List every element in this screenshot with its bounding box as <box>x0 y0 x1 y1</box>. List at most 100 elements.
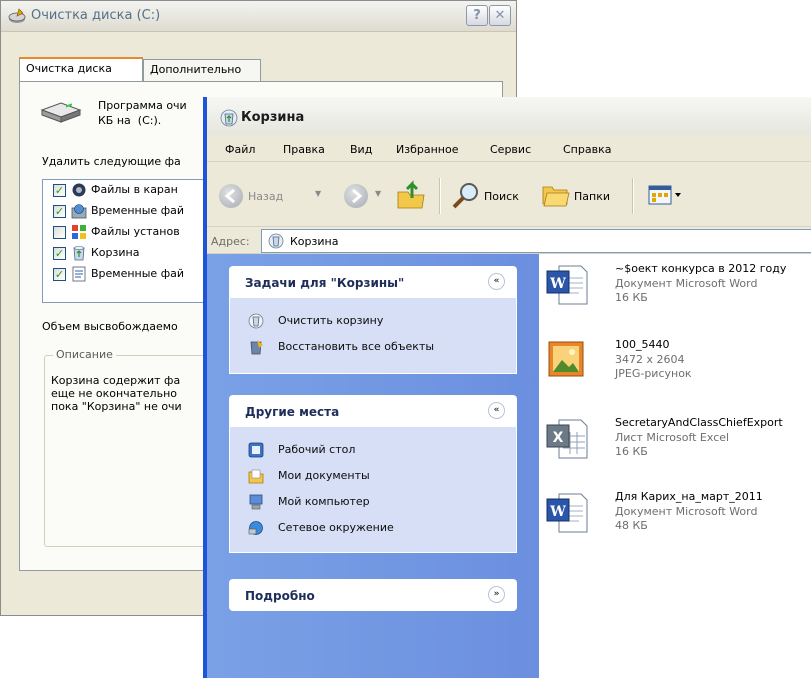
back-dropdown-icon[interactable]: ▼ <box>315 189 321 198</box>
checkbox[interactable]: ✓ <box>53 247 66 260</box>
place-my-documents[interactable]: Мои документы <box>248 467 448 487</box>
forward-arrow-icon[interactable] <box>344 184 368 208</box>
space-gained-label: Объем высвобождаемо <box>42 320 178 333</box>
folders-icon[interactable] <box>541 182 571 208</box>
up-folder-icon[interactable] <box>396 178 426 210</box>
other-places-body: Рабочий стол Мои документы Мой компьютер <box>229 427 517 553</box>
checkbox[interactable]: ✓ <box>53 268 66 281</box>
file-item[interactable]: 100_5440 3472 x 2604 JPEG-рисунок <box>545 338 811 398</box>
disk-cleanup-icon <box>8 8 26 23</box>
menu-view[interactable]: Вид <box>350 143 372 156</box>
other-places-header[interactable]: Другие места « <box>229 395 517 427</box>
desktop-icon <box>248 442 264 458</box>
empty-bin-icon <box>248 313 264 329</box>
quarantine-icon <box>72 183 86 197</box>
recycle-bin-window: Корзина Файл Правка Вид Избранное Сервис… <box>203 97 811 678</box>
details-title: Подробно <box>245 589 315 603</box>
my-computer-icon <box>249 494 263 510</box>
disk-cleanup-titlebar[interactable]: Очистка диска (C:) ? ✕ <box>1 1 516 32</box>
file-name: SecretaryAndClassChiefExport <box>615 416 783 429</box>
tasks-header[interactable]: Задачи для "Корзины" « <box>229 266 517 298</box>
window-title: Корзина <box>241 110 305 125</box>
file-item[interactable]: W Для Карих_на_март_2011 Документ Micros… <box>545 490 811 550</box>
list-item-label: Файлы в каран <box>91 183 178 196</box>
tasks-box: Задачи для "Корзины" « Очистить корзину <box>229 266 517 374</box>
task-pane: Задачи для "Корзины" « Очистить корзину <box>207 254 539 678</box>
recycle-bin-icon <box>73 246 85 261</box>
menu-favorites[interactable]: Избранное <box>396 143 458 156</box>
search-button[interactable]: Поиск <box>484 190 519 203</box>
address-label: Адрес: <box>211 235 250 248</box>
network-icon <box>248 521 263 535</box>
task-label: Очистить корзину <box>278 314 384 327</box>
place-label: Рабочий стол <box>278 443 356 456</box>
menu-file[interactable]: Файл <box>225 143 255 156</box>
file-size: JPEG-рисунок <box>615 367 692 380</box>
recycle-bin-icon <box>268 233 284 249</box>
menu-edit[interactable]: Правка <box>283 143 325 156</box>
checkbox[interactable] <box>53 226 66 239</box>
file-size: 48 КБ <box>615 519 648 532</box>
tasks-body: Очистить корзину Восстановить все объект… <box>229 298 517 374</box>
collapse-icon[interactable]: « <box>488 402 505 419</box>
help-button[interactable]: ? <box>466 5 488 26</box>
disk-cleanup-title: Очистка диска (C:) <box>31 8 161 23</box>
file-size: 16 КБ <box>615 445 648 458</box>
tab-more-options[interactable]: Дополнительно <box>143 59 261 81</box>
word-document-icon: W <box>546 265 588 305</box>
views-icon[interactable] <box>648 184 682 206</box>
file-name: ~$оект конкурса в 2012 году <box>615 262 787 275</box>
task-restore-all[interactable]: Восстановить все объекты <box>248 338 498 358</box>
toolbar-separator <box>632 178 634 214</box>
delete-files-label: Удалить следующие фа <box>42 155 181 168</box>
details-box: Подробно » <box>229 579 517 611</box>
tasks-title: Задачи для "Корзины" <box>245 276 405 290</box>
tab-disk-cleanup[interactable]: Очистка диска <box>19 57 143 81</box>
jpeg-image-icon <box>548 341 584 377</box>
file-item[interactable]: X SecretaryAndClassChiefExport Лист Micr… <box>545 416 811 476</box>
temp-files-icon <box>72 266 86 282</box>
address-field[interactable]: Корзина <box>261 229 811 253</box>
word-document-icon: W <box>546 493 588 533</box>
place-desktop[interactable]: Рабочий стол <box>248 441 448 461</box>
search-icon[interactable] <box>451 182 481 210</box>
place-network[interactable]: Сетевое окружение <box>248 519 448 539</box>
task-label: Восстановить все объекты <box>278 340 435 353</box>
checkbox[interactable]: ✓ <box>53 184 66 197</box>
file-item[interactable]: W ~$оект конкурса в 2012 году Документ M… <box>545 262 811 322</box>
details-header[interactable]: Подробно » <box>229 579 517 611</box>
description-text: Корзина содержит фа еще не окончательно … <box>51 374 182 413</box>
file-type: Лист Microsoft Excel <box>615 431 730 444</box>
setup-files-icon <box>72 225 86 239</box>
description-legend: Описание <box>53 348 116 361</box>
place-label: Мой компьютер <box>278 495 370 508</box>
excel-sheet-icon: X <box>546 419 588 459</box>
other-places-title: Другие места <box>245 405 340 419</box>
my-documents-icon <box>248 469 264 484</box>
list-item-label: Корзина <box>91 246 140 259</box>
back-button[interactable]: Назад <box>248 190 283 203</box>
recycle-bin-icon <box>220 109 238 127</box>
toolbar: Назад ▼ ▼ Поиск Папки <box>207 162 811 227</box>
back-arrow-icon[interactable] <box>219 184 243 208</box>
close-button[interactable]: ✕ <box>489 5 511 26</box>
recycle-bin-titlebar[interactable]: Корзина <box>207 97 811 135</box>
drive-info-text: Программа очи КБ на (C:). <box>98 99 187 127</box>
menu-tools[interactable]: Сервис <box>490 143 531 156</box>
list-item-label: Временные фай <box>91 267 184 280</box>
list-item-label: Временные фай <box>91 204 184 217</box>
menu-help[interactable]: Справка <box>563 143 611 156</box>
file-name: Для Карих_на_март_2011 <box>615 490 763 503</box>
folders-button[interactable]: Папки <box>574 190 610 203</box>
collapse-icon[interactable]: « <box>488 273 505 290</box>
checkbox[interactable]: ✓ <box>53 205 66 218</box>
restore-icon <box>250 340 263 355</box>
file-name: 100_5440 <box>615 338 670 351</box>
expand-icon[interactable]: » <box>488 586 505 603</box>
file-size: 16 КБ <box>615 291 648 304</box>
place-my-computer[interactable]: Мой компьютер <box>248 493 448 513</box>
toolbar-separator <box>439 178 441 214</box>
list-item-label: Файлы установ <box>91 225 180 238</box>
forward-dropdown-icon[interactable]: ▼ <box>375 189 381 198</box>
task-empty-bin[interactable]: Очистить корзину <box>248 312 498 332</box>
